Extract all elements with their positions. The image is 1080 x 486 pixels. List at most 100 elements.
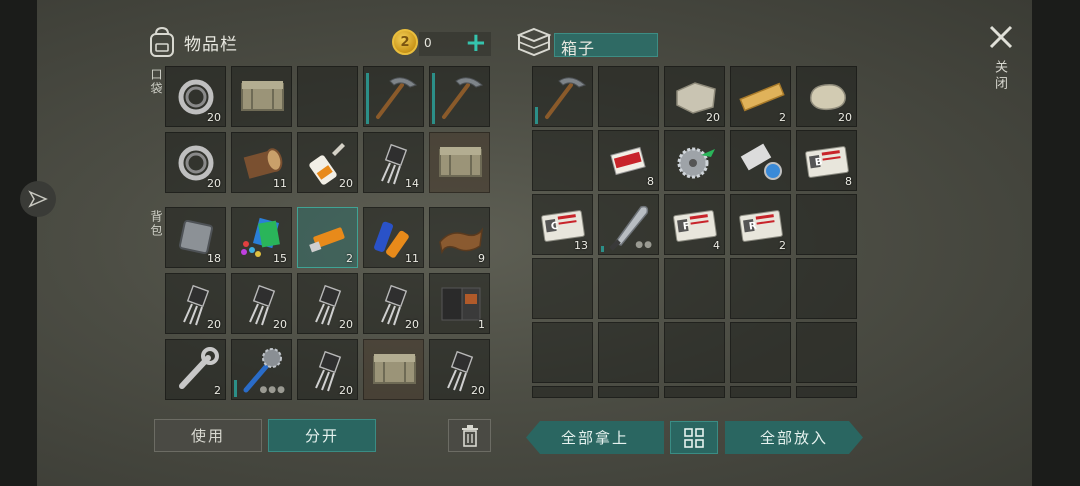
item-count: 20	[471, 384, 485, 397]
right-edge	[1032, 0, 1080, 486]
svg-text:C: C	[550, 221, 559, 233]
take-all-button[interactable]: 全部拿上	[526, 421, 664, 454]
item-slot[interactable]: 20	[796, 66, 857, 127]
empty-slot[interactable]	[796, 322, 857, 383]
left-edge	[0, 0, 37, 486]
item-slot[interactable]	[231, 66, 292, 127]
item-slot[interactable]: 8	[598, 130, 659, 191]
box-icon	[517, 27, 551, 57]
item-slot[interactable]: 20	[165, 132, 226, 193]
item-slot[interactable]: F4	[664, 194, 725, 255]
item-count: 13	[574, 239, 588, 252]
close-label[interactable]: 关闭	[990, 60, 1009, 92]
box-header	[517, 27, 551, 57]
item-slot[interactable]: 11	[231, 132, 292, 193]
item-slot[interactable]: ●●●	[231, 339, 292, 400]
pickaxe-icon	[442, 77, 483, 119]
empty-slot[interactable]	[532, 258, 593, 319]
empty-slot[interactable]	[532, 130, 593, 191]
empty-slot[interactable]	[664, 322, 725, 383]
empty-slot[interactable]	[796, 386, 857, 398]
item-slot[interactable]: 15	[231, 207, 292, 268]
item-count: 1	[478, 318, 485, 331]
item-slot[interactable]: R2	[730, 194, 791, 255]
item-slot[interactable]	[363, 339, 424, 400]
item-count: 20	[339, 318, 353, 331]
use-button[interactable]: 使用	[154, 419, 262, 452]
item-count: 20	[339, 384, 353, 397]
duct-tape-icon	[740, 143, 782, 180]
item-slot[interactable]: 14	[363, 132, 424, 193]
put-all-button[interactable]: 全部放入	[725, 421, 863, 454]
game-screen: 物品栏 2 0 + 箱子 口袋 背包 20 20 11 20 14 18 15 2 11 9 20…	[0, 0, 1080, 486]
item-slot[interactable]: 20	[165, 273, 226, 334]
item-slot[interactable]: 1	[429, 273, 490, 334]
durability-bar	[601, 246, 604, 252]
item-slot[interactable]: B8	[796, 130, 857, 191]
item-slot[interactable]: 20	[231, 273, 292, 334]
item-slot[interactable]	[532, 66, 593, 127]
box-title-field[interactable]: 箱子	[554, 33, 658, 58]
item-count: 2	[346, 252, 353, 265]
item-count: 20	[207, 318, 221, 331]
item-count: 20	[273, 318, 287, 331]
empty-slot[interactable]	[598, 258, 659, 319]
item-slot[interactable]: 9	[429, 207, 490, 268]
item-count: 11	[405, 252, 419, 265]
pockets-label: 口袋	[149, 68, 163, 96]
trash-icon	[461, 424, 478, 447]
pickaxe-icon	[545, 77, 586, 119]
durability-bar	[234, 380, 237, 397]
item-slot[interactable]: 2	[730, 66, 791, 127]
saw-blade-icon	[677, 147, 715, 179]
add-coins-button[interactable]: +	[465, 30, 487, 56]
empty-slot[interactable]	[598, 66, 659, 127]
empty-slot[interactable]	[796, 194, 857, 255]
close-icon[interactable]	[986, 22, 1016, 52]
item-slot[interactable]: ●●	[598, 194, 659, 255]
item-slot[interactable]	[664, 130, 725, 191]
empty-slot[interactable]	[532, 386, 593, 398]
item-slot[interactable]: 2	[297, 207, 358, 268]
item-count: 20	[207, 111, 221, 124]
item-count: 11	[273, 177, 287, 190]
empty-slot[interactable]	[598, 322, 659, 383]
crate-icon	[373, 354, 416, 384]
empty-slot[interactable]	[796, 258, 857, 319]
empty-slot[interactable]	[730, 322, 791, 383]
grid-icon	[684, 427, 704, 448]
item-count: 8	[845, 175, 852, 188]
item-slot[interactable]	[363, 66, 424, 127]
empty-slot[interactable]	[532, 322, 593, 383]
item-count: 20	[339, 177, 353, 190]
item-slot[interactable]: 20	[297, 132, 358, 193]
crate-icon	[241, 81, 284, 111]
item-count: 20	[706, 111, 720, 124]
sort-grid-button[interactable]	[670, 421, 718, 454]
empty-slot[interactable]	[730, 386, 791, 398]
item-slot[interactable]: 20	[165, 66, 226, 127]
item-slot[interactable]: 20	[363, 273, 424, 334]
empty-slot[interactable]	[664, 258, 725, 319]
trash-button[interactable]	[448, 419, 491, 452]
empty-slot[interactable]	[297, 66, 358, 127]
item-slot[interactable]	[429, 132, 490, 193]
empty-slot[interactable]	[598, 386, 659, 398]
item-slot[interactable]	[730, 130, 791, 191]
send-arrow-button[interactable]	[20, 181, 56, 217]
item-count: 18	[207, 252, 221, 265]
empty-slot[interactable]	[730, 258, 791, 319]
item-slot[interactable]: 20	[297, 273, 358, 334]
item-slot[interactable]: 2	[165, 339, 226, 400]
item-count: 14	[405, 177, 419, 190]
item-slot[interactable]: 20	[429, 339, 490, 400]
item-count: 20	[207, 177, 221, 190]
item-slot[interactable]	[429, 66, 490, 127]
empty-slot[interactable]	[664, 386, 725, 398]
item-slot[interactable]: C 13	[532, 194, 593, 255]
item-slot[interactable]: 20	[664, 66, 725, 127]
item-slot[interactable]: 20	[297, 339, 358, 400]
item-slot[interactable]: 18	[165, 207, 226, 268]
item-slot[interactable]: 11	[363, 207, 424, 268]
split-button[interactable]: 分开	[268, 419, 376, 452]
